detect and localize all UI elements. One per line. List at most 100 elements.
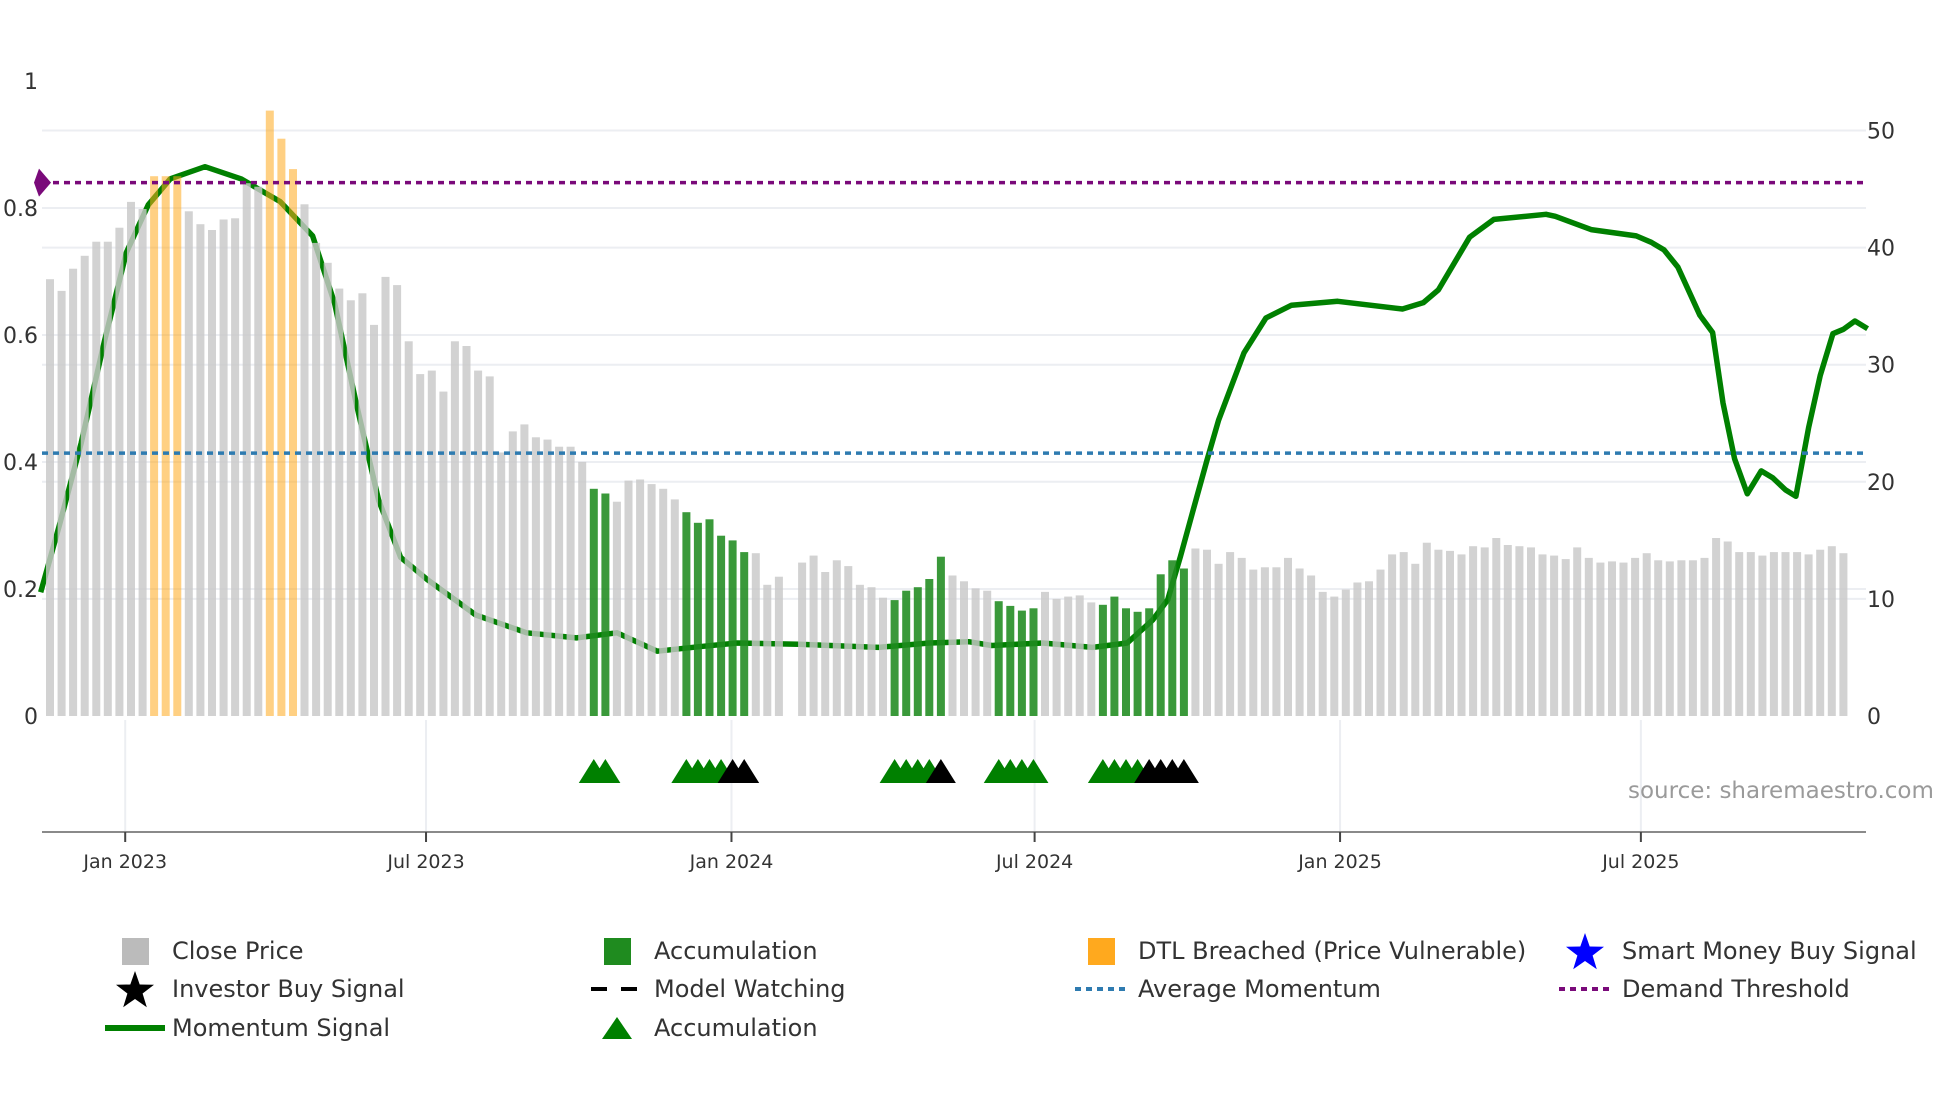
accumulation-bar xyxy=(936,556,945,716)
close-price-bar xyxy=(1827,546,1836,716)
close-price-bar xyxy=(46,279,54,716)
legend-accumulation-bar: Accumulation xyxy=(603,934,818,968)
close-price-bar xyxy=(1781,552,1790,716)
close-price-bar xyxy=(971,588,980,716)
close-price-bar xyxy=(1480,547,1489,716)
close-price-bar xyxy=(1654,560,1663,716)
close-price-bar xyxy=(335,288,344,716)
close-price-bar xyxy=(1608,561,1616,716)
accumulation-bar xyxy=(740,552,749,716)
left-axis-tick-label: 0.4 xyxy=(3,451,38,476)
orange-square-icon xyxy=(1066,934,1136,968)
accumulation-bar xyxy=(601,493,610,716)
x-tick-label: Jan 2024 xyxy=(689,851,774,873)
close-price-bar xyxy=(520,424,529,716)
x-tick-label: Jul 2023 xyxy=(386,851,464,873)
close-price-bar xyxy=(312,242,321,716)
legend-accumulation-marker: Accumulation xyxy=(602,1011,818,1045)
close-price-bar xyxy=(1295,568,1304,716)
close-price-bar xyxy=(832,560,841,716)
black-star-icon xyxy=(100,971,170,1008)
accumulation-bar xyxy=(1029,608,1038,716)
close-price-bar xyxy=(1503,545,1512,716)
left-axis-tick-label: 0.8 xyxy=(3,197,38,222)
close-price-bars xyxy=(46,110,1848,717)
close-price-bar xyxy=(1041,591,1049,716)
close-price-bar xyxy=(670,499,679,716)
close-price-bar xyxy=(184,211,193,717)
close-price-bar xyxy=(1735,552,1744,716)
close-price-bar xyxy=(416,374,425,716)
close-price-bar xyxy=(798,562,807,716)
close-price-bar xyxy=(1446,550,1454,716)
close-price-bar xyxy=(751,553,760,716)
left-axis-tick-label: 0.2 xyxy=(3,578,38,603)
close-price-bar xyxy=(1665,561,1674,716)
dtl-breached-bar xyxy=(265,110,274,717)
close-price-bar xyxy=(1550,555,1559,716)
close-price-bar xyxy=(1422,542,1431,716)
accumulation-bar xyxy=(1098,604,1107,716)
vertical-gridlines xyxy=(124,720,1642,832)
legend-label: Momentum Signal xyxy=(172,1014,391,1042)
accumulation-bar xyxy=(1006,605,1015,716)
x-tick-label: Jul 2025 xyxy=(1601,851,1679,873)
close-price-bar xyxy=(1712,538,1721,716)
close-price-bar xyxy=(1619,562,1628,716)
close-price-bar xyxy=(1457,554,1466,716)
legend-model-watching: Model Watching xyxy=(591,972,846,1006)
close-price-bar xyxy=(844,566,853,716)
close-price-bar xyxy=(763,584,772,716)
right-axis-tick-label: 30 xyxy=(1867,354,1895,379)
close-price-bar xyxy=(57,290,66,716)
close-price-bar xyxy=(1839,553,1848,716)
close-price-bar xyxy=(1307,575,1316,716)
close-price-bar xyxy=(1191,548,1200,716)
close-price-bar xyxy=(1399,552,1408,716)
close-price-bar xyxy=(1365,581,1373,716)
close-price-bar xyxy=(1492,538,1501,716)
close-price-bar xyxy=(1677,560,1686,716)
close-price-bar xyxy=(855,584,864,716)
close-price-bar xyxy=(1793,552,1802,716)
close-price-bar xyxy=(69,268,78,716)
close-price-bar xyxy=(1758,555,1767,716)
legend-dtl-breached: DTL Breached (Price Vulnerable) xyxy=(1087,934,1526,968)
purple-dotted-line-icon xyxy=(1550,972,1620,1006)
legend-momentum-signal: Momentum Signal xyxy=(105,1011,391,1045)
close-price-bar xyxy=(92,241,101,716)
accumulation-bar xyxy=(1179,568,1188,716)
close-price-bar xyxy=(1631,557,1640,716)
close-price-bar xyxy=(427,370,436,716)
close-price-bar xyxy=(948,575,957,716)
right-axis-tick-label: 10 xyxy=(1867,588,1895,613)
close-price-bar xyxy=(1642,553,1651,716)
close-price-bar xyxy=(1769,552,1778,716)
close-price-bar xyxy=(1527,547,1535,716)
reference-lines xyxy=(34,168,1866,455)
legend-label: Average Momentum xyxy=(1138,975,1381,1003)
green-line-icon xyxy=(100,1011,170,1045)
accumulation-bar xyxy=(682,512,691,716)
close-price-bar xyxy=(1284,557,1292,716)
close-price-bar xyxy=(867,587,876,716)
close-price-bar xyxy=(1584,557,1593,716)
accumulation-bar xyxy=(902,590,911,716)
accumulation-bar xyxy=(589,488,598,716)
close-price-bar xyxy=(624,480,633,716)
close-price-bar xyxy=(1330,596,1339,716)
green-triangle-icon xyxy=(582,1011,652,1045)
close-price-bar xyxy=(393,285,402,716)
close-price-bar xyxy=(636,479,645,716)
close-price-bar xyxy=(1538,554,1547,716)
demand-threshold-diamond-icon xyxy=(34,168,51,197)
close-price-bar xyxy=(439,391,448,716)
close-price-bar xyxy=(346,300,355,716)
dtl-breached-bar xyxy=(173,176,182,716)
green-square-icon xyxy=(582,934,652,968)
close-price-bar xyxy=(103,241,112,716)
close-price-bar xyxy=(1075,595,1084,716)
close-price-bar xyxy=(358,293,367,716)
close-price-bar xyxy=(1341,589,1350,716)
left-axis-tick-label: 0.6 xyxy=(3,324,38,349)
